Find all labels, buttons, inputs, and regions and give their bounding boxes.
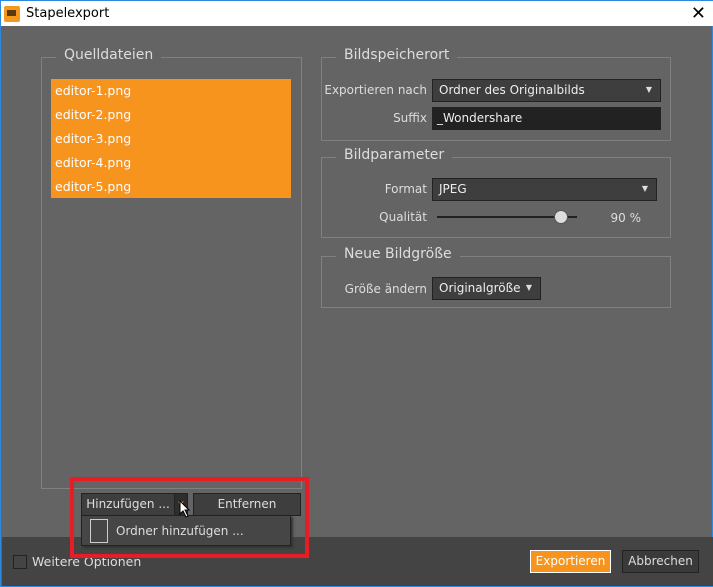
quality-slider-handle[interactable] xyxy=(554,210,568,224)
close-icon[interactable]: ✕ xyxy=(691,3,706,24)
format-label: Format xyxy=(384,182,427,196)
resize-legend: Neue Bildgröße xyxy=(336,246,460,262)
cancel-button[interactable]: Abbrechen xyxy=(622,550,699,573)
location-legend: Bildspeicherort xyxy=(336,47,458,63)
export-to-select[interactable]: Ordner des Originalbilds ▼ xyxy=(432,79,661,102)
format-select[interactable]: JPEG ▼ xyxy=(432,178,657,201)
more-options-checkbox[interactable] xyxy=(13,555,27,569)
list-item[interactable]: editor-3.png xyxy=(51,127,291,151)
chevron-down-icon: ▼ xyxy=(641,184,648,193)
resize-label: Größe ändern xyxy=(344,282,427,296)
export-button[interactable]: Exportieren xyxy=(530,550,611,573)
list-item[interactable]: editor-1.png xyxy=(51,79,291,103)
export-to-value: Ordner des Originalbilds xyxy=(439,83,585,97)
list-item[interactable]: editor-2.png xyxy=(51,103,291,127)
params-legend: Bildparameter xyxy=(336,147,453,163)
chevron-down-icon: ▼ xyxy=(645,85,652,94)
title-bar: Stapelexport ✕ xyxy=(1,0,713,26)
quality-value: 90 % xyxy=(610,211,642,225)
source-legend: Quelldateien xyxy=(56,47,162,63)
window-title: Stapelexport xyxy=(26,6,110,21)
file-list[interactable]: editor-1.png editor-2.png editor-3.png e… xyxy=(51,79,291,198)
chevron-down-icon: ▼ xyxy=(525,283,532,292)
app-icon xyxy=(4,6,20,22)
export-to-label: Exportieren nach xyxy=(324,83,427,97)
suffix-input[interactable]: _Wondershare xyxy=(432,107,661,130)
suffix-label: Suffix xyxy=(393,111,427,125)
resize-select[interactable]: Originalgröße ▼ xyxy=(432,277,541,300)
list-item[interactable]: editor-4.png xyxy=(51,151,291,175)
format-value: JPEG xyxy=(439,182,467,196)
dialog-window: Stapelexport ✕ Quelldateien editor-1.png… xyxy=(0,0,713,587)
mouse-cursor-icon xyxy=(179,500,191,518)
resize-value: Originalgröße xyxy=(439,281,521,295)
quality-label: Qualität xyxy=(379,210,427,224)
list-item[interactable]: editor-5.png xyxy=(51,175,291,199)
